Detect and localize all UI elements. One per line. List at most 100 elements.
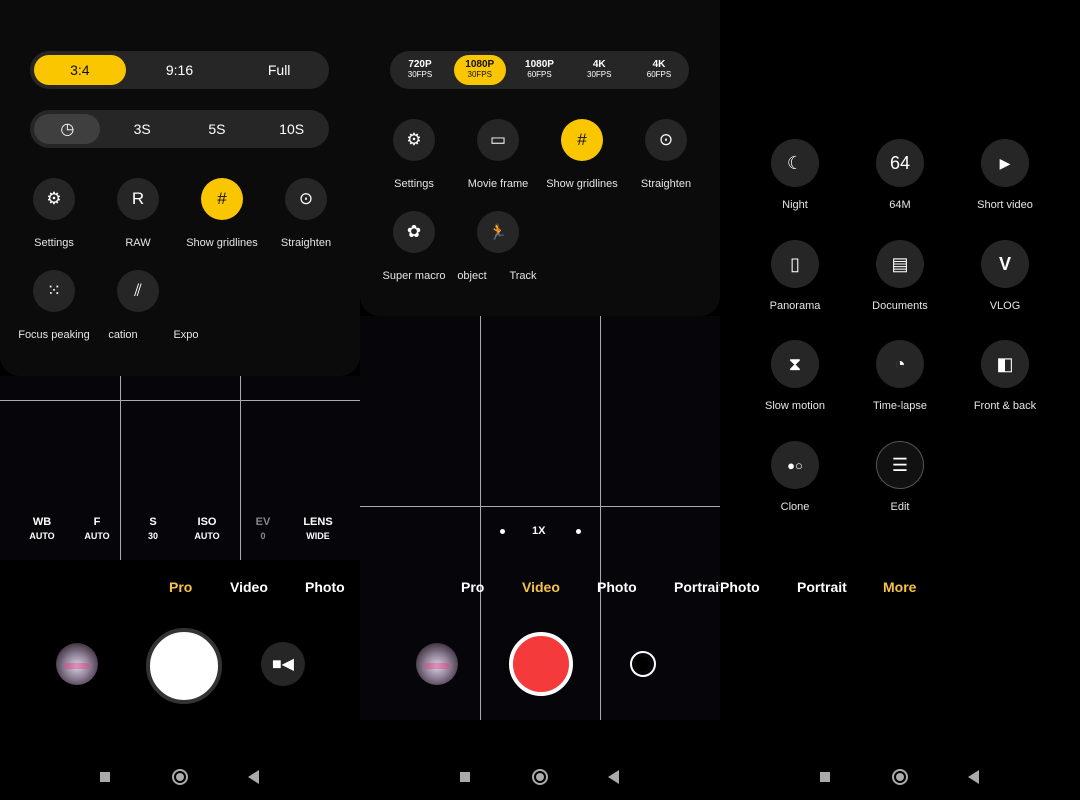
res-label: 1080P — [465, 59, 495, 70]
clone-mode-button[interactable]: ●○ Clone — [745, 441, 845, 513]
straighten-button[interactable]: ⊙ Straighten — [624, 119, 708, 190]
clone-icon: ●○ — [771, 441, 819, 489]
exposure-button[interactable]: Expo — [124, 270, 208, 341]
back-button[interactable] — [608, 770, 619, 784]
panorama-mode-button[interactable]: ▯ Panorama — [745, 240, 845, 312]
home-button[interactable] — [172, 769, 188, 785]
settings-icon: ⚙ — [393, 119, 435, 161]
aspect-ratio-selector: 3:4 9:16 Full — [30, 51, 329, 89]
super-macro-icon: ✿ — [393, 211, 435, 253]
short-video-mode-button[interactable]: ▶ Short video — [955, 139, 1055, 211]
documents-mode-button[interactable]: ▤ Documents — [850, 240, 950, 312]
64m-icon: 64 — [876, 139, 924, 187]
tool-label: Expo — [173, 329, 199, 341]
res-1080p-30[interactable]: 1080P 30FPS — [453, 55, 506, 85]
res-4k-60[interactable]: 4K 60FPS — [633, 55, 685, 85]
res-720p-30[interactable]: 720P 30FPS — [394, 55, 446, 85]
movie-frame-button[interactable]: ▭ Movie frame — [456, 119, 540, 190]
mode-portrait[interactable]: Portrait — [674, 579, 720, 595]
fps-label: 30FPS — [587, 70, 612, 79]
param-key: EV — [255, 516, 271, 528]
aspect-option-9-16[interactable]: 9:16 — [133, 55, 225, 85]
wb-control[interactable]: WB AUTO — [12, 516, 72, 541]
back-button[interactable] — [968, 770, 979, 784]
edit-icon: ☰ — [876, 441, 924, 489]
tool-label: Straighten — [280, 237, 332, 249]
mode-video[interactable]: Video — [522, 579, 560, 595]
track-icon: 🏃 — [477, 211, 519, 253]
gallery-thumbnail[interactable] — [416, 643, 458, 685]
shutter-speed-control[interactable]: S 30 — [123, 516, 183, 541]
recent-apps-button[interactable] — [460, 772, 470, 782]
zoom-dot[interactable] — [576, 529, 581, 534]
aspect-option-full[interactable]: Full — [233, 55, 325, 85]
tool-label: Focus peaking — [18, 329, 90, 341]
night-mode-button[interactable]: ☾ Night — [745, 139, 845, 211]
mode-video[interactable]: Video — [230, 579, 268, 595]
show-gridlines-button[interactable]: # Show gridlines — [540, 119, 624, 190]
param-value: WIDE — [306, 531, 330, 541]
mode-photo[interactable]: Photo — [720, 579, 760, 595]
shutter-button[interactable] — [146, 628, 222, 704]
mode-portrait[interactable]: Portrait — [797, 579, 847, 595]
mode-more[interactable]: More — [883, 579, 916, 595]
f-control[interactable]: F AUTO — [67, 516, 127, 541]
settings-button[interactable]: ⚙ Settings — [372, 119, 456, 190]
res-1080p-60[interactable]: 1080P 60FPS — [514, 55, 566, 85]
aspect-option-3-4[interactable]: 3:4 — [33, 55, 126, 85]
gridline — [480, 316, 481, 720]
clock-icon[interactable]: ◷ — [34, 114, 101, 144]
param-key: F — [93, 516, 101, 528]
mode-photo[interactable]: Photo — [305, 579, 345, 595]
slow-motion-mode-button[interactable]: ⧗ Slow motion — [745, 340, 845, 412]
param-value: AUTO — [84, 531, 110, 541]
straighten-icon: ⊙ — [645, 119, 687, 161]
timer-option-10s[interactable]: 10S — [259, 114, 325, 144]
64m-mode-button[interactable]: 64 64M — [850, 139, 950, 211]
time-lapse-mode-button[interactable]: ◔ Time-lapse — [850, 340, 950, 412]
raw-button[interactable]: R RAW — [96, 178, 180, 249]
timer-option-3s[interactable]: 3S — [109, 114, 175, 144]
flip-camera-icon[interactable] — [630, 651, 656, 677]
resolution-selector: 720P 30FPS 1080P 30FPS 1080P 60FPS 4K 30… — [390, 51, 689, 89]
settings-button[interactable]: ⚙ Settings — [12, 178, 96, 249]
mode-label: Front & back — [973, 400, 1037, 412]
gridlines-icon: # — [201, 178, 243, 220]
straighten-button[interactable]: ⊙ Straighten — [264, 178, 348, 249]
gridline — [0, 400, 360, 401]
iso-control[interactable]: ISO AUTO — [177, 516, 237, 541]
track-button[interactable]: 🏃 Track — [456, 211, 540, 282]
settings-sheet: 3:4 9:16 Full ◷ 3S 5S 10S ⚙ Settings R R… — [0, 0, 360, 376]
video-camera-button[interactable]: ■◀ — [261, 642, 305, 686]
zoom-level[interactable]: 1X — [532, 525, 545, 537]
mode-pro[interactable]: Pro — [461, 579, 484, 595]
tool-label: Show gridlines — [546, 178, 618, 190]
tool-label: Track — [509, 270, 537, 282]
home-button[interactable] — [892, 769, 908, 785]
pro-mode-screen: 3:4 9:16 Full ◷ 3S 5S 10S ⚙ Settings R R… — [0, 0, 360, 800]
home-button[interactable] — [532, 769, 548, 785]
show-gridlines-button[interactable]: # Show gridlines — [180, 178, 264, 249]
vlog-mode-button[interactable]: V VLOG — [955, 240, 1055, 312]
front-back-mode-button[interactable]: ◧ Front & back — [955, 340, 1055, 412]
focus-peaking-button[interactable]: ⁙ Focus peaking — [12, 270, 96, 341]
res-4k-30[interactable]: 4K 30FPS — [573, 55, 625, 85]
tool-label: Show gridlines — [186, 237, 258, 249]
timer-option-5s[interactable]: 5S — [184, 114, 250, 144]
gallery-thumbnail[interactable] — [56, 643, 98, 685]
back-button[interactable] — [248, 770, 259, 784]
lens-control[interactable]: LENS WIDE — [288, 516, 348, 541]
mode-label: Clone — [780, 501, 810, 513]
recent-apps-button[interactable] — [820, 772, 830, 782]
recent-apps-button[interactable] — [100, 772, 110, 782]
param-value: AUTO — [29, 531, 55, 541]
edit-modes-button[interactable]: ☰ Edit — [850, 441, 950, 513]
record-button[interactable] — [509, 632, 573, 696]
zoom-dot[interactable] — [500, 529, 505, 534]
tool-label: Settings — [34, 237, 74, 249]
ev-control[interactable]: EV 0 — [233, 516, 293, 541]
mode-pro[interactable]: Pro — [169, 579, 192, 595]
mode-photo[interactable]: Photo — [597, 579, 637, 595]
res-label: 4K — [652, 59, 666, 70]
fps-label: 60FPS — [527, 70, 552, 79]
